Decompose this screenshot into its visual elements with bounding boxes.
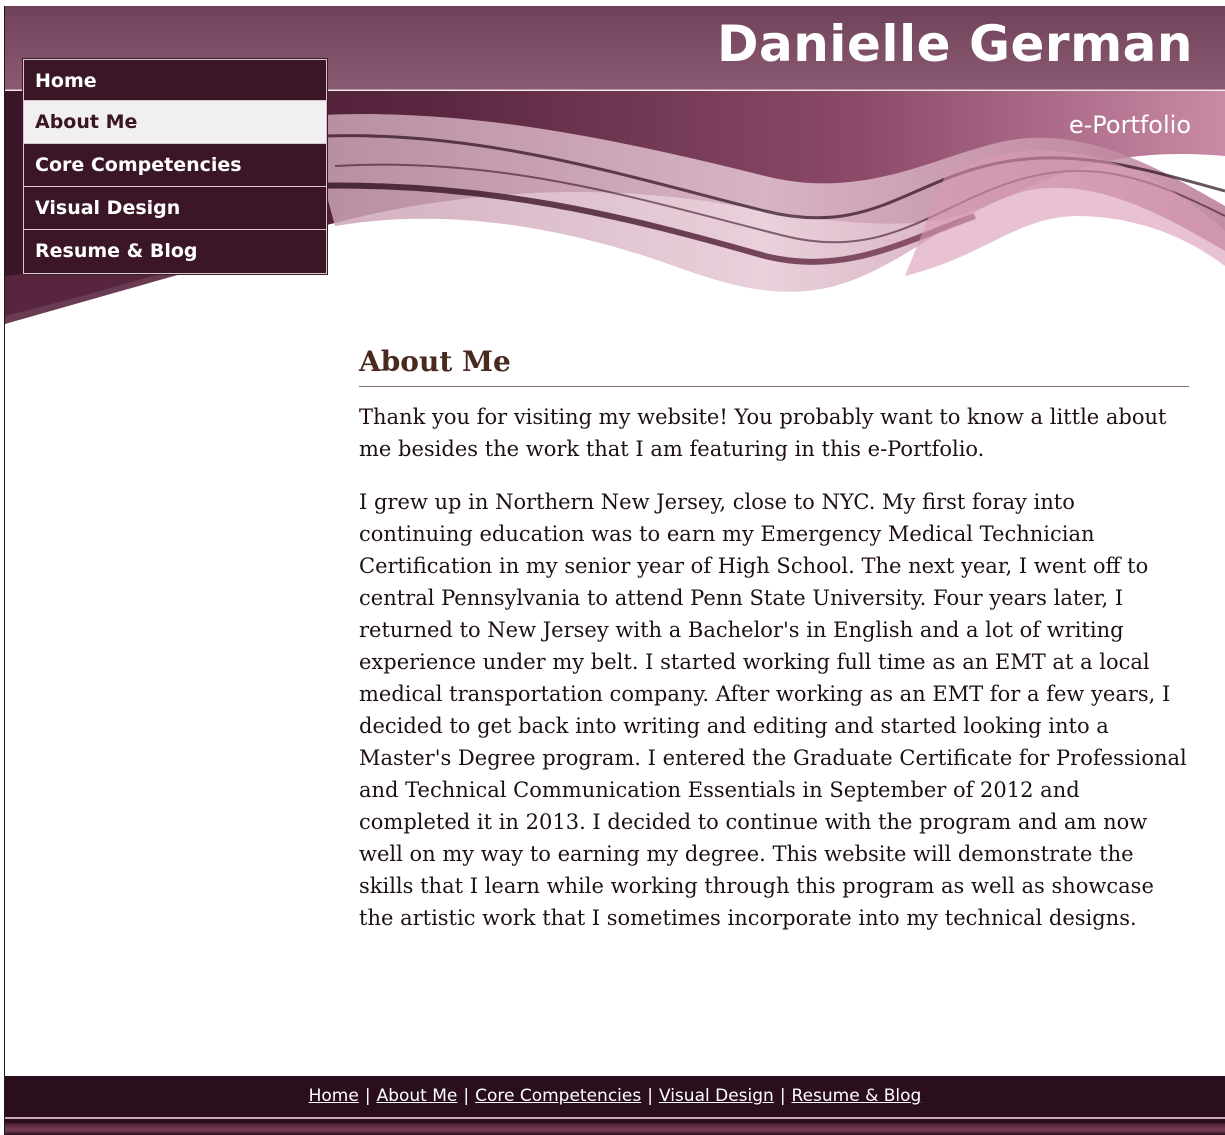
- footer-separator: |: [364, 1086, 371, 1106]
- footer: Home | About Me | Core Competencies | Visual D…: [5, 1076, 1225, 1135]
- footer-nav: Home | About Me | Core Competencies | Visual D…: [5, 1084, 1225, 1108]
- main-content: About Me Thank you for visiting my websi…: [359, 340, 1189, 934]
- site-title: Danielle German: [716, 15, 1193, 73]
- footer-link-about-me[interactable]: About Me: [377, 1086, 458, 1106]
- nav-item-about-me[interactable]: About Me: [24, 101, 326, 144]
- page-heading: About Me: [359, 340, 1189, 387]
- footer-separator: |: [647, 1086, 653, 1106]
- site-subtitle: e-Portfolio: [1068, 111, 1191, 139]
- footer-link-core-competencies[interactable]: Core Competencies: [475, 1086, 641, 1106]
- nav-item-visual-design[interactable]: Visual Design: [24, 187, 326, 230]
- bio-paragraph: I grew up in Northern New Jersey, close …: [359, 490, 1187, 930]
- footer-link-resume-blog[interactable]: Resume & Blog: [792, 1086, 922, 1106]
- nav-item-resume-blog[interactable]: Resume & Blog: [24, 230, 326, 273]
- footer-wave-graphic: [5, 1123, 1225, 1135]
- footer-link-visual-design[interactable]: Visual Design: [659, 1086, 774, 1106]
- footer-separator: |: [463, 1086, 470, 1106]
- nav-item-home[interactable]: Home: [24, 60, 326, 101]
- intro-paragraph: Thank you for visiting my website! You p…: [359, 405, 1167, 461]
- footer-divider: [5, 1117, 1225, 1119]
- footer-link-home[interactable]: Home: [309, 1086, 359, 1106]
- nav-item-core-competencies[interactable]: Core Competencies: [24, 144, 326, 187]
- main-nav: Home About Me Core Competencies Visual D…: [23, 59, 327, 274]
- footer-separator: |: [779, 1086, 786, 1106]
- page: Danielle German e-Portfolio Home About M…: [0, 0, 1225, 1135]
